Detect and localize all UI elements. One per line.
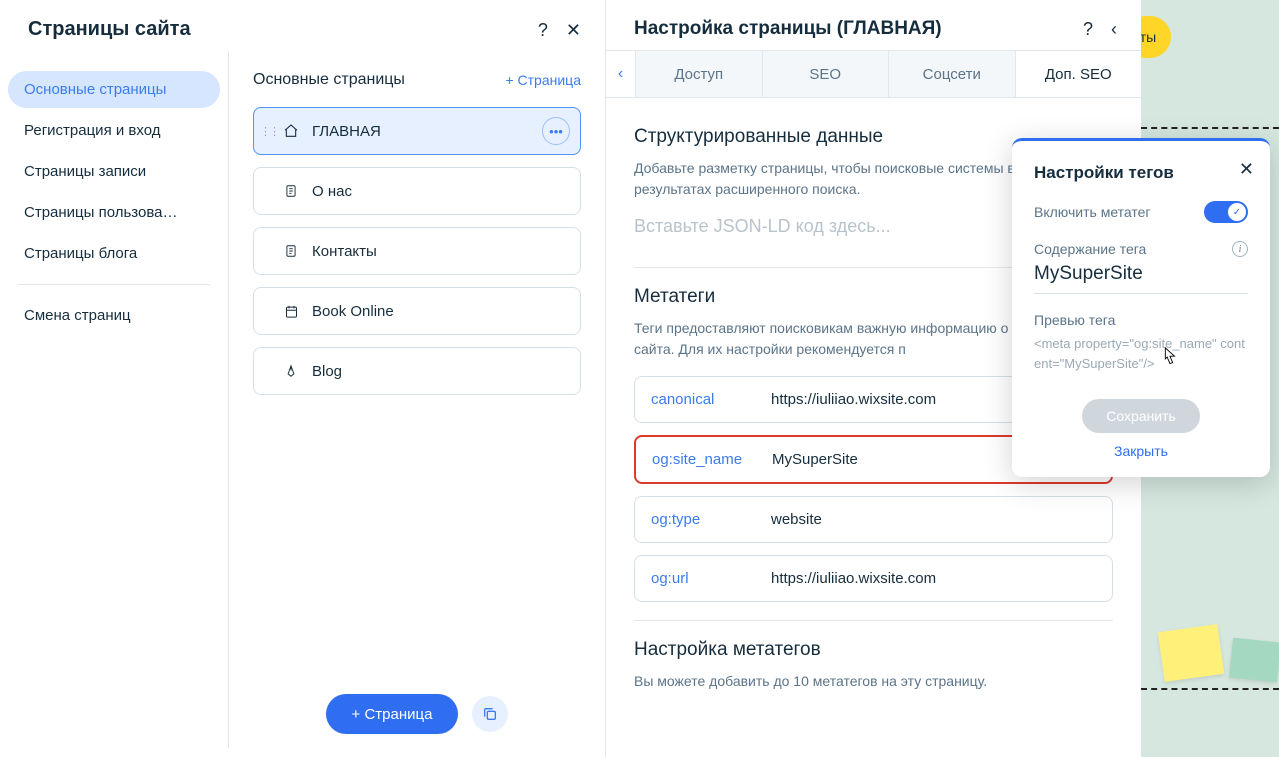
cursor-pointer-icon <box>1158 345 1180 371</box>
pages-panel-header: Страницы сайта ? ✕ <box>0 0 605 51</box>
back-icon[interactable]: ‹ <box>1111 20 1117 38</box>
cal-icon <box>282 302 300 320</box>
bg-dashed-line <box>1141 688 1279 690</box>
settings-tab[interactable]: SEO <box>762 51 889 97</box>
page-item-label: О нас <box>312 183 352 200</box>
info-icon[interactable]: i <box>1232 241 1248 257</box>
sidebar-item[interactable]: Регистрация и вход <box>8 112 220 149</box>
add-page-link[interactable]: + Страница <box>505 72 581 88</box>
settings-tab[interactable]: Доступ <box>636 51 762 97</box>
pages-sidebar: Основные страницы Регистрация и вход Стран… <box>0 51 228 748</box>
metatag-row[interactable]: og:url https://iuliiao.wixsite.com <box>634 555 1113 602</box>
settings-tab[interactable]: Соцсети <box>888 51 1015 97</box>
metatag-key: og:type <box>651 511 747 528</box>
page-item-label: Blog <box>312 363 342 380</box>
pages-panel: Страницы сайта ? ✕ Основные страницы Реги… <box>0 0 605 757</box>
tabs-prev-arrow[interactable]: ‹ <box>606 51 636 97</box>
settings-tab[interactable]: Доп. SEO <box>1015 51 1142 97</box>
page-list-item[interactable]: Blog <box>253 347 581 395</box>
enable-metatag-label: Включить метатег <box>1034 204 1151 220</box>
close-icon[interactable]: ✕ <box>1239 159 1254 180</box>
custom-metatags-desc: Вы можете добавить до 10 метатегов на эт… <box>634 671 1113 692</box>
close-icon[interactable]: ✕ <box>566 21 581 39</box>
divider <box>18 284 210 285</box>
page-list-item[interactable]: ⋮⋮ ГЛАВНАЯ ••• <box>253 107 581 155</box>
sidebar-item[interactable]: Смена страниц <box>8 297 220 334</box>
tag-settings-popup: Настройки тегов ✕ Включить метатег ✓ Сод… <box>1012 138 1270 477</box>
sidebar-item[interactable]: Страницы записи <box>8 153 220 190</box>
custom-metatags-title: Настройка метатегов <box>634 639 1113 661</box>
help-icon[interactable]: ? <box>1083 20 1093 38</box>
pages-list-column: Основные страницы + Страница ⋮⋮ ГЛАВНАЯ ••… <box>228 51 605 748</box>
tag-content-input[interactable]: MySuperSite <box>1034 263 1248 294</box>
metatag-key: og:url <box>651 570 747 587</box>
duplicate-page-button[interactable] <box>472 696 508 732</box>
sidebar-item[interactable]: Основные страницы <box>8 71 220 108</box>
page-list-item[interactable]: Book Online <box>253 287 581 335</box>
page-list-item[interactable]: Контакты <box>253 227 581 275</box>
tag-preview-text: <meta property="og:site_name" content="M… <box>1034 334 1248 373</box>
page-list-item[interactable]: О нас <box>253 167 581 215</box>
help-icon[interactable]: ? <box>538 21 548 39</box>
sidebar-item[interactable]: Страницы блога <box>8 235 220 272</box>
metatag-value: https://iuliiao.wixsite.com <box>771 391 936 408</box>
save-button[interactable]: Сохранить <box>1082 399 1200 433</box>
add-page-button[interactable]: + Страница <box>326 694 459 734</box>
tag-content-label: Содержание тега <box>1034 241 1146 257</box>
sidebar-item[interactable]: Страницы пользова… <box>8 194 220 231</box>
close-link[interactable]: Закрыть <box>1114 443 1168 459</box>
metatag-key: og:site_name <box>652 451 748 468</box>
pages-panel-title: Страницы сайта <box>28 18 191 41</box>
metatag-key: canonical <box>651 391 747 408</box>
page-item-label: Book Online <box>312 303 394 320</box>
enable-metatag-toggle[interactable]: ✓ <box>1204 201 1248 223</box>
drag-handle-icon[interactable]: ⋮⋮ <box>260 125 278 138</box>
page-item-label: ГЛАВНАЯ <box>312 123 381 140</box>
tag-preview-label: Превью тега <box>1034 312 1115 328</box>
pen-icon <box>282 362 300 380</box>
home-icon <box>282 122 300 140</box>
metatag-row[interactable]: og:type website <box>634 496 1113 543</box>
settings-header: Настройка страницы (ГЛАВНАЯ) ? ‹ <box>606 0 1141 50</box>
bg-sticky-note <box>1229 638 1279 683</box>
bg-sticky-note <box>1158 624 1224 682</box>
popup-title: Настройки тегов <box>1034 163 1248 183</box>
settings-tabs: ‹ ДоступSEOСоцсетиДоп. SEO <box>606 50 1141 98</box>
page-item-label: Контакты <box>312 243 377 260</box>
metatag-value: https://iuliiao.wixsite.com <box>771 570 936 587</box>
metatag-value: website <box>771 511 822 528</box>
bg-dashed-line <box>1141 127 1279 129</box>
settings-title: Настройка страницы (ГЛАВНАЯ) <box>634 18 942 40</box>
pages-list-title: Основные страницы <box>253 71 405 89</box>
divider <box>634 620 1113 621</box>
metatag-value: MySuperSite <box>772 451 858 468</box>
more-options-button[interactable]: ••• <box>542 117 570 145</box>
doc-icon <box>282 182 300 200</box>
doc-icon <box>282 242 300 260</box>
